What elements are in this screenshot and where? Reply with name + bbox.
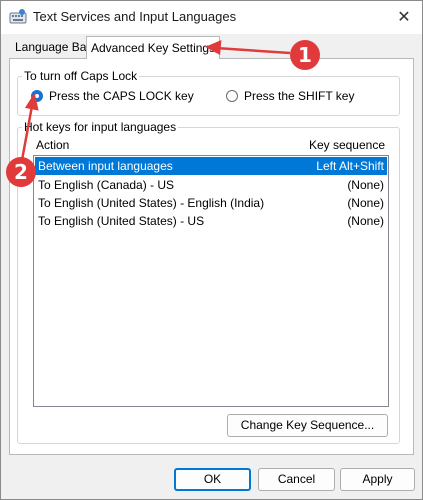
tab-language-bar[interactable]: Language Bar (11, 37, 94, 57)
tab-strip: Language Bar Advanced Key Settings (1, 34, 422, 59)
column-header-key-sequence: Key sequence (308, 138, 385, 152)
hotkeys-group-label: Hot keys for input languages (24, 120, 177, 134)
ok-button[interactable]: OK (174, 468, 251, 491)
list-item[interactable]: To English (United States) - US (None) (35, 212, 387, 230)
list-item[interactable]: To English (Canada) - US (None) (35, 176, 387, 194)
title-bar[interactable]: Text Services and Input Languages ✕ (1, 1, 422, 34)
radio-unchecked-indicator[interactable] (226, 90, 238, 102)
radio-caps-lock[interactable]: Press the CAPS LOCK key (31, 89, 194, 103)
close-button[interactable]: ✕ (386, 1, 422, 33)
list-item-action: Between input languages (38, 159, 173, 173)
list-item-key: (None) (347, 178, 384, 192)
close-icon: ✕ (397, 9, 411, 26)
keyboard-app-icon (9, 9, 27, 24)
list-item[interactable]: Between input languages Left Alt+Shift (35, 157, 387, 175)
window-title: Text Services and Input Languages (33, 9, 237, 24)
list-item-action: To English (United States) - US (38, 214, 205, 228)
change-key-sequence-button[interactable]: Change Key Sequence... (227, 414, 388, 437)
list-item-key: (None) (347, 196, 384, 210)
apply-button[interactable]: Apply (340, 468, 415, 491)
cancel-button[interactable]: Cancel (258, 468, 335, 491)
annotation-step-2: 2 (6, 157, 36, 187)
tab-advanced-key-settings[interactable]: Advanced Key Settings (86, 36, 221, 59)
caps-lock-group-label: To turn off Caps Lock (24, 69, 138, 83)
hotkeys-list[interactable]: Between input languages Left Alt+Shift T… (33, 155, 389, 407)
column-header-action: Action (36, 138, 70, 152)
list-item[interactable]: To English (United States) - English (In… (35, 194, 387, 212)
radio-caps-lock-label: Press the CAPS LOCK key (49, 89, 194, 103)
radio-checked-indicator[interactable] (31, 90, 43, 102)
list-item-action: To English (Canada) - US (38, 178, 175, 192)
list-item-key: (None) (347, 214, 384, 228)
radio-shift-label: Press the SHIFT key (244, 89, 355, 103)
list-item-key: Left Alt+Shift (316, 159, 384, 173)
list-item-action: To English (United States) - English (In… (38, 196, 265, 210)
annotation-step-1: 1 (290, 40, 320, 70)
radio-shift[interactable]: Press the SHIFT key (226, 89, 354, 103)
